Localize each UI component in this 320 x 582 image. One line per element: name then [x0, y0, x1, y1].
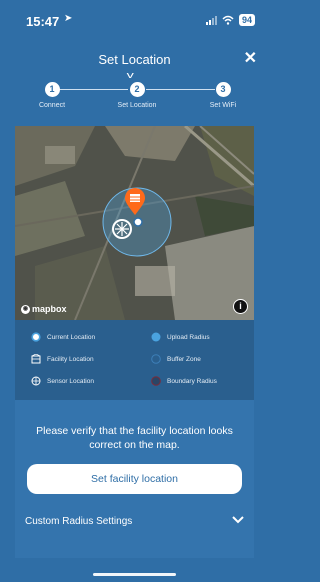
stepper: 1 Connect 2 Set Location 3 Set WiFi: [0, 82, 269, 116]
step-label: Set Location: [117, 102, 157, 109]
legend-label: Buffer Zone: [167, 355, 201, 363]
upload-radius-icon: [151, 332, 161, 342]
legend-label: Sensor Location: [47, 377, 94, 385]
step-set-location: 2 Set Location: [107, 82, 167, 109]
step-label: Connect: [38, 102, 66, 109]
chevron-down-icon: v: [126, 70, 134, 80]
legend-label: Facility Location: [47, 355, 94, 363]
custom-radius-settings[interactable]: Custom Radius Settings: [25, 516, 132, 527]
page-title: Set Location: [98, 52, 171, 67]
verify-message: Please verify that the facility location…: [36, 425, 233, 451]
step-number: 1: [44, 82, 60, 97]
facility-pin-icon[interactable]: [124, 188, 146, 216]
mapbox-attribution: mapbox: [32, 304, 67, 314]
boundary-radius-icon: [151, 376, 161, 386]
close-icon[interactable]: ✕: [244, 48, 257, 68]
legend-label: Boundary Radius: [167, 377, 217, 385]
legend-current-location: Current Location: [31, 332, 95, 342]
mapbox-logo: ◉ mapbox: [21, 304, 67, 314]
location-arrow-icon: ➤: [64, 13, 73, 24]
sensor-location-icon: [31, 376, 41, 386]
step-number: 3: [215, 82, 231, 97]
chevron-down-icon[interactable]: [232, 512, 244, 527]
legend-buffer-zone: Buffer Zone: [151, 354, 201, 364]
legend-label: Upload Radius: [167, 333, 210, 341]
facility-location-icon: [31, 354, 41, 364]
home-indicator[interactable]: [93, 573, 176, 576]
legend-label: Current Location: [47, 333, 96, 341]
signal-icon: [205, 15, 217, 25]
set-facility-location-button[interactable]: Set facility location: [27, 464, 242, 494]
buffer-zone-icon: [151, 354, 161, 364]
current-location-icon: [133, 217, 143, 227]
battery-icon: 94: [238, 14, 255, 26]
legend-sensor-location: Sensor Location: [31, 376, 94, 386]
map-legend: Current Location Upload Radius Facility …: [15, 320, 254, 400]
wifi-icon: [222, 15, 234, 25]
status-time: 15:47: [26, 14, 60, 29]
step-label: Set WiFi: [209, 102, 237, 109]
step-number: 2: [129, 82, 145, 97]
legend-upload-radius: Upload Radius: [151, 332, 210, 342]
bottom-panel: Please verify that the facility location…: [15, 400, 254, 558]
step-connect: 1 Connect: [22, 82, 82, 109]
legend-boundary-radius: Boundary Radius: [151, 376, 217, 386]
mapbox-logo-icon: ◉: [21, 304, 30, 314]
sensor-location-icon: [112, 219, 132, 239]
status-icons: 94: [205, 14, 255, 26]
status-bar: 15:47 ➤ 94: [0, 0, 269, 40]
step-set-wifi: 3 Set WiFi: [193, 82, 253, 109]
legend-facility-location: Facility Location: [31, 354, 94, 364]
current-location-icon: [31, 332, 41, 342]
info-icon[interactable]: i: [233, 299, 248, 314]
map-view[interactable]: ◉ mapbox i: [15, 126, 254, 320]
